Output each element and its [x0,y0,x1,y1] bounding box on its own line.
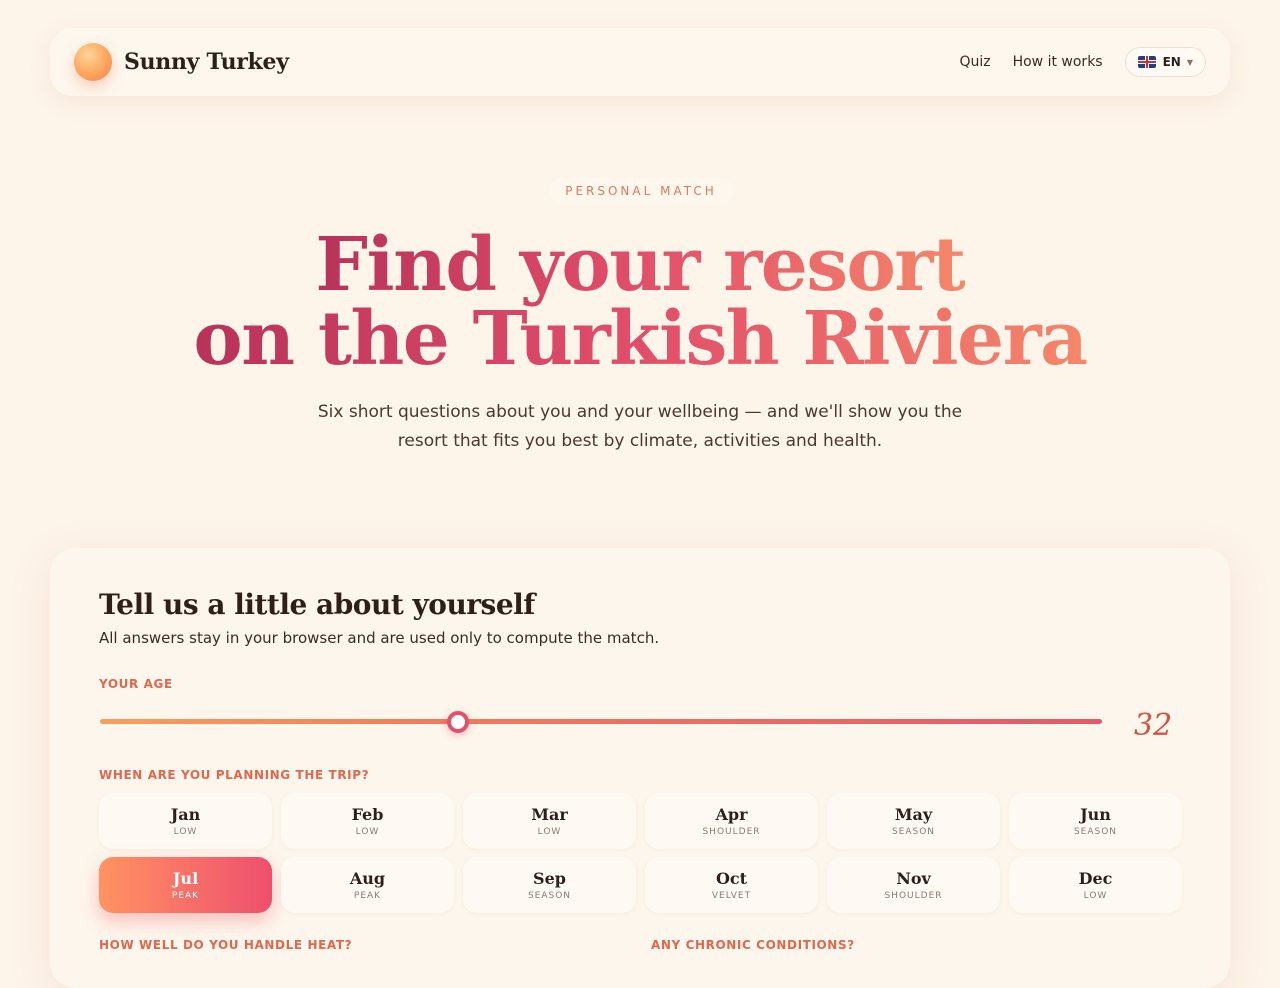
language-code: EN [1162,55,1181,69]
top-bar: Sunny Turkey Quiz How it works EN ▼ [50,28,1230,96]
uk-flag-icon [1137,56,1156,68]
month-option-aug[interactable]: Aug PEAK [281,857,454,913]
month-season-tag: VELVET [711,891,752,901]
nav-link-quiz[interactable]: Quiz [959,54,990,70]
month-season-tag: SEASON [1073,827,1118,837]
month-season-tag: SHOULDER [884,891,943,901]
month-name: Jun [1080,805,1111,824]
month-name: Mar [531,805,568,824]
month-option-mar[interactable]: Mar LOW [463,793,636,849]
hero-title: Find your resort on the Turkish Riviera [0,228,1280,376]
hero-subtitle: Six short questions about you and your w… [317,402,963,451]
month-option-dec[interactable]: Dec LOW [1009,857,1182,913]
month-season-tag: LOW [1083,891,1108,901]
age-label: YOUR AGE [99,677,173,691]
month-option-jul[interactable]: Jul PEAK [99,857,272,913]
month-name: Aug [349,869,386,888]
nav-link-how-it-works[interactable]: How it works [1013,54,1103,70]
month-name: Dec [1078,869,1113,888]
month-name: May [894,805,933,824]
month-name: Sep [533,869,566,888]
month-season-tag: LOW [173,827,198,837]
month-option-nov[interactable]: Nov SHOULDER [827,857,1000,913]
month-option-jan[interactable]: Jan LOW [99,793,272,849]
quiz-title: Tell us a little about yourself [99,588,535,621]
month-option-apr[interactable]: Apr SHOULDER [645,793,818,849]
quiz-subtitle: All answers stay in your browser and are… [99,629,660,647]
quiz-card: Tell us a little about yourself All answ… [50,548,1230,988]
main-nav: Quiz How it works EN ▼ [959,47,1206,77]
month-option-sep[interactable]: Sep SEASON [463,857,636,913]
trip-month-label: WHEN ARE YOU PLANNING THE TRIP? [99,768,370,782]
month-season-tag: SEASON [891,827,936,837]
month-season-tag: LOW [537,827,562,837]
chevron-down-icon: ▼ [1186,57,1193,67]
month-season-tag: SEASON [527,891,572,901]
month-name: Oct [715,869,748,888]
eyebrow-badge: PERSONAL MATCH [549,177,733,205]
month-option-feb[interactable]: Feb LOW [281,793,454,849]
hero-title-line-2: on the Turkish Riviera [193,296,1086,382]
month-name: Nov [896,869,931,888]
month-season-tag: PEAK [171,891,200,901]
month-season-tag: SHOULDER [702,827,761,837]
month-name: Apr [715,805,748,824]
hero-title-part: Turkish Riviera [472,296,1087,382]
month-option-may[interactable]: May SEASON [827,793,1000,849]
month-name: Jul [172,869,199,888]
age-value: 32 [1134,708,1173,743]
month-option-jun[interactable]: Jun SEASON [1009,793,1182,849]
month-name: Jan [170,805,201,824]
hero-title-part: on the [193,296,473,382]
age-slider-track[interactable] [100,719,1102,724]
month-option-oct[interactable]: Oct VELVET [645,857,818,913]
language-selector[interactable]: EN ▼ [1124,47,1206,77]
age-slider-thumb[interactable] [446,711,469,733]
month-name: Feb [351,805,384,824]
heat-tolerance-label: HOW WELL DO YOU HANDLE HEAT? [99,938,353,952]
month-season-tag: PEAK [353,891,382,901]
chronic-conditions-label: ANY CHRONIC CONDITIONS? [651,938,855,952]
month-season-tag: LOW [355,827,380,837]
sun-logo-icon[interactable] [74,43,112,81]
brand-name[interactable]: Sunny Turkey [124,49,289,75]
